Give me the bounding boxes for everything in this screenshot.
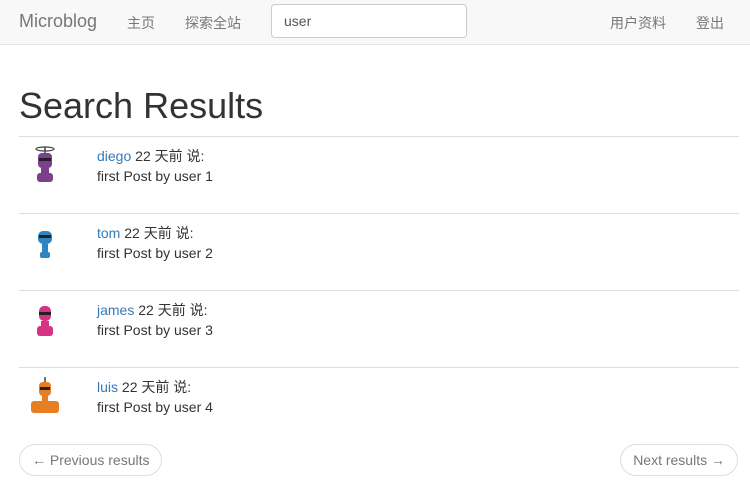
post-header: diego 22 天前 说: (97, 148, 204, 164)
post-meta: 22 天前 说: (118, 379, 192, 395)
page-title: Search Results (19, 85, 264, 126)
post-header: luis 22 天前 说: (97, 379, 191, 395)
nav-explore-link[interactable]: 探索全站 (185, 13, 241, 33)
next-results-button[interactable]: Next results → (620, 444, 738, 476)
avatar[interactable] (27, 223, 63, 263)
search-input[interactable] (271, 4, 467, 38)
post-meta: 22 天前 说: (131, 148, 205, 164)
avatar[interactable] (27, 146, 63, 186)
previous-results-button[interactable]: ← Previous results (19, 444, 163, 476)
post-author-link[interactable]: tom (97, 225, 120, 241)
avatar[interactable] (27, 300, 63, 340)
post-author-link[interactable]: diego (97, 148, 131, 164)
post-header: tom 22 天前 说: (97, 225, 193, 241)
list-item: tom 22 天前 说: first Post by user 2 (19, 213, 739, 290)
post-body: first Post by user 4 (97, 399, 213, 415)
post-author-link[interactable]: luis (97, 379, 118, 395)
list-item: diego 22 天前 说: first Post by user 1 (19, 136, 739, 213)
post-body: first Post by user 1 (97, 168, 213, 184)
navbar: Microblog 主页 探索全站 用户资料 登出 (0, 0, 750, 45)
nav-home-link[interactable]: 主页 (127, 13, 155, 33)
list-item: luis 22 天前 说: first Post by user 4 (19, 367, 739, 444)
post-body: first Post by user 2 (97, 245, 213, 261)
post-meta: 22 天前 说: (120, 225, 194, 241)
nav-logout-link[interactable]: 登出 (696, 13, 724, 33)
list-item: james 22 天前 说: first Post by user 3 (19, 290, 739, 367)
post-meta: 22 天前 说: (134, 302, 208, 318)
post-body: first Post by user 3 (97, 322, 213, 338)
post-header: james 22 天前 说: (97, 302, 208, 318)
brand-link[interactable]: Microblog (19, 11, 97, 32)
post-author-link[interactable]: james (97, 302, 134, 318)
avatar[interactable] (27, 377, 63, 417)
nav-profile-link[interactable]: 用户资料 (610, 13, 666, 33)
results-list: diego 22 天前 说: first Post by user 1 tom … (19, 136, 739, 444)
